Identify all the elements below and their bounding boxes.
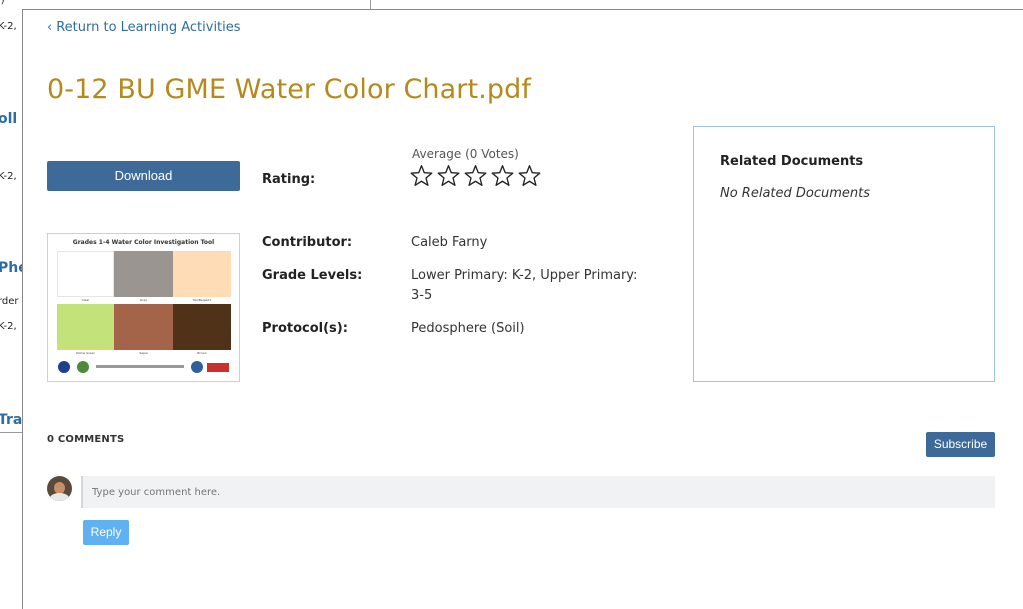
contributor-value: Caleb Farny [411,235,488,250]
star-rating[interactable] [410,164,541,187]
comment-input[interactable] [81,476,995,508]
rating-label: Rating: [262,172,316,187]
star-icon[interactable] [518,164,541,187]
swatch-label: Gray [139,298,148,302]
color-swatch [173,304,231,350]
star-icon[interactable] [410,164,433,187]
related-documents-empty: No Related Documents [720,186,871,201]
back-link-label: Return to Learning Activities [56,20,241,35]
swatch-label: Sepia [139,351,148,355]
color-swatch [57,304,114,350]
document-thumbnail[interactable]: Grades 1-4 Water Color Investigation Too… [47,233,240,382]
background-text: K-2, [0,21,17,32]
download-button[interactable]: Download [47,161,240,191]
background-divider [370,0,371,9]
document-detail-panel: ‹ Return to Learning Activities 0-12 BU G… [22,9,1023,609]
swatch-label: Yellow Green [75,351,96,355]
nasa-logo-icon [58,361,70,373]
color-swatch [57,251,114,297]
back-link[interactable]: ‹ Return to Learning Activities [47,20,241,35]
star-icon[interactable] [437,164,460,187]
background-text: K-2, [0,171,17,182]
color-swatch [114,251,173,297]
background-text: rder [0,296,19,307]
grade-levels-label: Grade Levels: [262,268,363,283]
thumbnail-logos [56,361,232,375]
thumbnail-title: Grades 1-4 Water Color Investigation Too… [72,239,215,246]
swatch-label: Tan/Beige/Lt [192,298,212,302]
background-text: K-2, [0,321,17,332]
background-link[interactable]: Trac [0,412,22,428]
background-text: l) [0,0,5,6]
background-divider [0,432,22,433]
partner-logo-icon [191,361,203,373]
protocols-value: Pedosphere (Soil) [411,321,525,336]
globe-logo-icon [77,361,89,373]
background-link[interactable]: Phe [0,260,22,276]
background-link[interactable]: oll [0,111,17,127]
avatar [47,476,72,501]
subscribe-button[interactable]: Subscribe [926,432,995,457]
comments-count: 0 COMMENTS [47,434,125,445]
rating-average: Average (0 Votes) [412,147,519,161]
color-swatch [114,304,173,350]
swatch-label: Clear [81,298,90,302]
star-icon[interactable] [491,164,514,187]
university-logo-icon [207,363,229,372]
page-title: 0-12 BU GME Water Color Chart.pdf [47,74,531,105]
logo-caption [96,365,184,368]
background-page: l) K-2, oll K-2, Phe rder K-2, Trac [0,0,22,609]
contributor-label: Contributor: [262,235,353,250]
protocols-label: Protocol(s): [262,321,348,336]
star-icon[interactable] [464,164,487,187]
related-documents-title: Related Documents [720,154,864,169]
color-swatch [173,251,231,297]
swatch-label: Brown [197,351,207,355]
related-documents-box: Related Documents No Related Documents [693,126,995,382]
grade-levels-value: Lower Primary: K-2, Upper Primary: 3-5 [411,268,638,303]
chevron-left-icon: ‹ [47,20,53,35]
reply-button[interactable]: Reply [83,520,129,545]
